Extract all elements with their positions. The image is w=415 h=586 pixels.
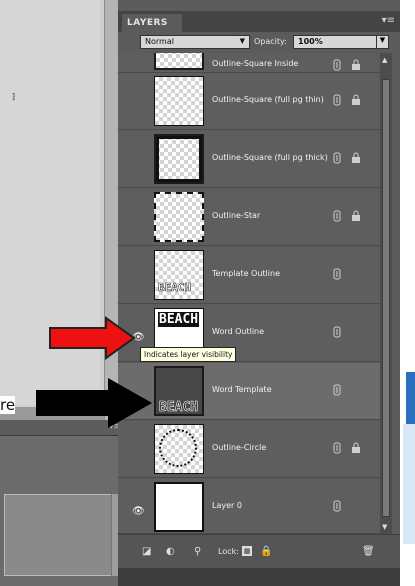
thumb-word-outline-text: BEACH <box>158 312 200 327</box>
layer-thumbnail <box>154 76 204 126</box>
eye-icon[interactable] <box>132 151 148 167</box>
eye-icon[interactable] <box>132 267 148 283</box>
caption-fragment: re <box>0 396 16 414</box>
layers-tab[interactable]: LAYERS <box>122 14 182 32</box>
layer-name: Word Outline <box>212 327 265 336</box>
layer-name: Outline-Square (full pg thick) <box>212 153 328 162</box>
blend-mode-value: Normal <box>145 37 174 46</box>
layer-name: Outline-Star <box>212 211 261 220</box>
eye-icon[interactable]: 👁 <box>132 499 148 517</box>
layer-row[interactable]: Outline-Square Inside <box>118 53 380 73</box>
eye-icon[interactable] <box>132 93 148 109</box>
secondary-panel: ▾≡ <box>0 420 125 586</box>
layer-row[interactable]: 👁 Layer 0 <box>118 479 380 534</box>
layer-name: Outline-Square Inside <box>212 59 299 68</box>
new-layer-icon[interactable]: ◪ <box>142 546 151 557</box>
mask-icon <box>333 152 341 164</box>
layers-footer: ◪ ◐ ⚲ Lock: ▦ 🔒 🗑 <box>118 534 400 568</box>
layer-row[interactable]: Outline-Circle <box>118 421 380 478</box>
layer-row[interactable]: Outline-Star <box>118 189 380 246</box>
adjustment-layer-icon[interactable]: ◐ <box>166 546 175 557</box>
layer-thumbnail: BEACH <box>154 366 204 416</box>
lock-transparent-icon[interactable]: ▦ <box>242 546 252 556</box>
mask-icon <box>333 94 341 106</box>
layers-tab-bar: LAYERS ▾≡ <box>118 11 400 32</box>
panel-bottom-strip <box>118 568 400 586</box>
eye-icon[interactable] <box>132 441 148 457</box>
layer-thumbnail: BEACH <box>154 250 204 300</box>
secondary-panel-body <box>0 436 125 586</box>
layer-row[interactable]: Outline-Square (full pg thick) <box>118 131 380 188</box>
layer-thumbnail <box>154 482 204 532</box>
layer-thumbnail <box>154 53 204 70</box>
canvas-cursor-mark: ⁆ <box>12 92 16 101</box>
layer-name: Template Outline <box>212 269 280 278</box>
layer-thumbnail <box>154 424 204 474</box>
visibility-tooltip: Indicates layer visibility <box>140 347 237 362</box>
layer-name: Word Template <box>212 385 272 394</box>
mask-icon <box>333 500 341 512</box>
lock-icon <box>352 59 360 70</box>
black-annotation-arrow <box>36 378 152 428</box>
adjacent-window-edge <box>400 0 415 586</box>
layer-name: Outline-Circle <box>212 443 267 452</box>
adjacent-window-area <box>403 424 415 544</box>
trash-icon[interactable]: 🗑 <box>362 546 375 557</box>
layer-name: Outline-Square (full pg thin) <box>212 95 324 104</box>
layer-list: Outline-Square Inside Outline-Square (fu… <box>118 53 380 534</box>
mask-icon[interactable]: ⚲ <box>194 546 201 557</box>
mask-icon <box>333 210 341 222</box>
layers-panel: LAYERS ▾≡ Normal ▼ Opacity: 100% ▼ Outli… <box>118 0 400 586</box>
circle-outline-shape <box>159 429 197 467</box>
eye-icon[interactable] <box>132 209 148 225</box>
scrollbar-thumb[interactable] <box>382 79 390 517</box>
chevron-down-icon: ▼ <box>239 37 245 45</box>
layer-row[interactable]: Outline-Square (full pg thin) <box>118 73 380 130</box>
secondary-panel-content-box <box>4 494 116 576</box>
panel-menu-icon[interactable]: ▾≡ <box>382 15 395 26</box>
lock-icon <box>352 210 360 221</box>
scroll-down-icon[interactable]: ▼ <box>382 523 387 531</box>
opacity-dropdown-button[interactable]: ▼ <box>376 35 389 49</box>
mask-icon <box>333 268 341 280</box>
lock-icon <box>352 152 360 163</box>
opacity-input[interactable]: 100% <box>293 35 377 49</box>
layer-name: Layer 0 <box>212 501 242 510</box>
lock-all-icon[interactable]: 🔒 <box>260 546 272 557</box>
mask-icon <box>333 384 341 396</box>
lock-icon <box>352 94 360 105</box>
layer-controls: Normal ▼ Opacity: 100% ▼ <box>118 32 400 52</box>
blend-mode-select[interactable]: Normal ▼ <box>140 35 250 49</box>
layer-row[interactable]: BEACH Word Template <box>118 363 380 420</box>
mask-icon <box>333 59 341 71</box>
red-annotation-arrow <box>49 316 136 360</box>
lock-icon <box>352 442 360 453</box>
mask-icon <box>333 442 341 454</box>
layer-thumbnail <box>154 192 204 242</box>
eye-icon[interactable] <box>132 55 148 71</box>
layer-thumbnail <box>154 134 204 184</box>
eye-visible-icon: 👁 <box>132 506 145 517</box>
thumb-word-template-text: BEACH <box>159 400 199 416</box>
layer-list-scrollbar[interactable]: ▲ ▼ <box>380 53 392 534</box>
lock-label: Lock: <box>218 547 239 556</box>
thumb-outline-text: BEACH <box>158 281 192 295</box>
opacity-label: Opacity: <box>254 37 287 46</box>
mask-icon <box>333 326 341 338</box>
layer-row[interactable]: BEACH Template Outline <box>118 247 380 304</box>
scroll-up-icon[interactable]: ▲ <box>382 56 387 64</box>
adjacent-window-band <box>406 372 415 424</box>
